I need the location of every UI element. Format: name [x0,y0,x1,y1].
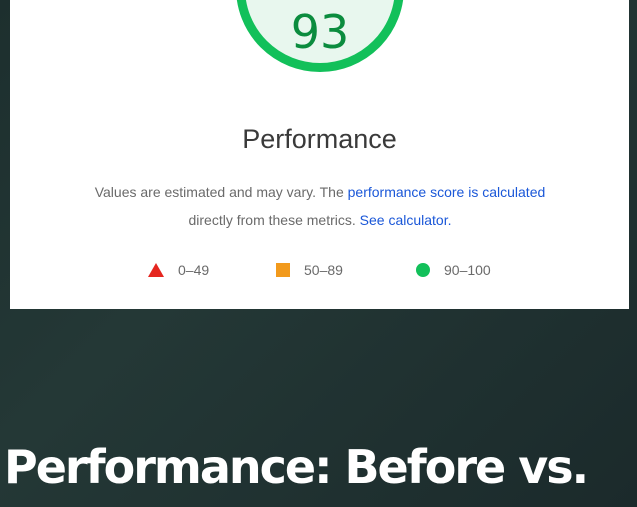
performance-description: Values are estimated and may vary. The p… [40,178,600,234]
legend-item-average: 50–89 [276,262,343,278]
performance-title: Performance [242,124,397,154]
legend-label-average: 50–89 [304,262,343,278]
score-legend: 0–49 50–89 90–100 [10,262,629,286]
description-text-2: directly from these metrics. [188,212,360,228]
green-circle-icon [416,263,430,277]
performance-score-gauge: 93 [236,0,404,72]
performance-score-value: 93 [290,5,350,59]
description-text-1: Values are estimated and may vary. The [94,184,348,200]
legend-label-pass: 90–100 [444,262,491,278]
red-triangle-icon [148,263,164,277]
see-calculator-link[interactable]: See calculator. [360,212,452,228]
orange-square-icon [276,263,290,277]
slide-headline: Performance: Before vs. [4,440,589,494]
score-calculated-link[interactable]: performance score is calculated [348,184,546,200]
lighthouse-report-panel: 93 Performance Values are estimated and … [10,0,629,309]
legend-item-fail: 0–49 [148,262,209,278]
legend-item-pass: 90–100 [416,262,491,278]
legend-label-fail: 0–49 [178,262,210,278]
